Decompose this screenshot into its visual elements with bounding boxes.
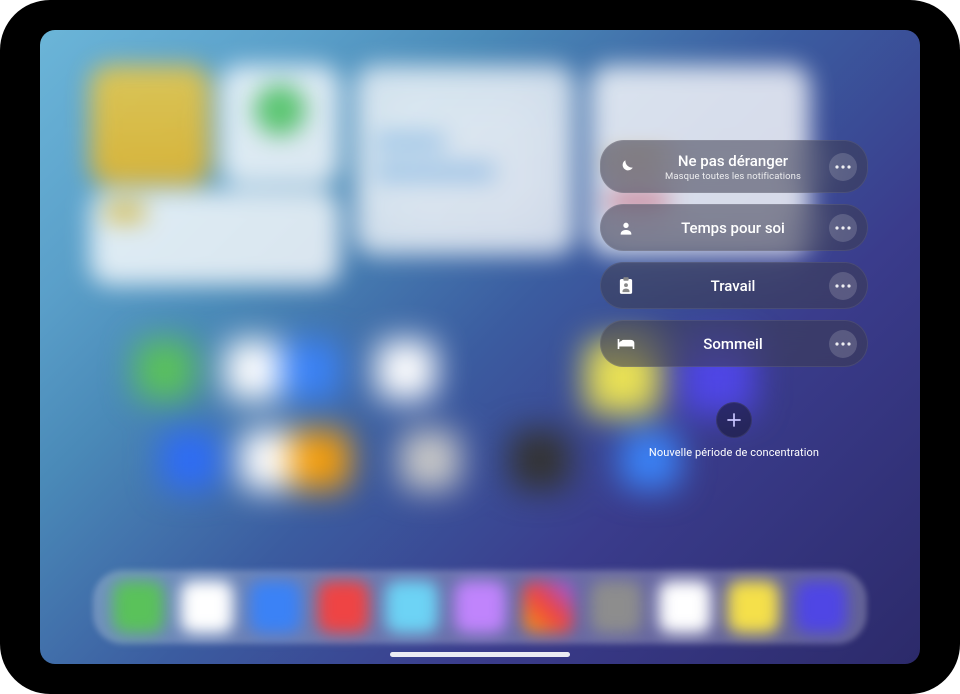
new-focus-group: Nouvelle période de concentration	[649, 402, 819, 459]
badge-icon	[615, 275, 637, 297]
moon-icon	[615, 156, 637, 178]
focus-option-work[interactable]: Travail	[600, 262, 868, 309]
more-button[interactable]	[829, 272, 857, 300]
focus-option-title: Travail	[711, 277, 756, 295]
ipad-screen: Ne pas déranger Masque toutes les notifi…	[40, 30, 920, 664]
more-button[interactable]	[829, 214, 857, 242]
focus-option-title: Temps pour soi	[681, 219, 785, 237]
focus-option-sleep[interactable]: Sommeil	[600, 320, 868, 367]
more-button[interactable]	[829, 153, 857, 181]
person-icon	[615, 217, 637, 239]
focus-option-do-not-disturb[interactable]: Ne pas déranger Masque toutes les notifi…	[600, 140, 868, 193]
dock	[93, 570, 867, 644]
new-focus-button[interactable]	[716, 402, 752, 438]
more-button[interactable]	[829, 330, 857, 358]
focus-option-subtitle: Masque toutes les notifications	[665, 171, 801, 182]
bed-icon	[615, 333, 637, 355]
new-focus-label: Nouvelle période de concentration	[649, 446, 819, 459]
focus-option-personal[interactable]: Temps pour soi	[600, 204, 868, 251]
focus-menu: Ne pas déranger Masque toutes les notifi…	[600, 140, 868, 459]
focus-option-title: Sommeil	[703, 335, 762, 353]
home-indicator[interactable]	[390, 652, 570, 657]
ipad-frame: Ne pas déranger Masque toutes les notifi…	[0, 0, 960, 694]
focus-option-title: Ne pas déranger	[678, 152, 788, 170]
